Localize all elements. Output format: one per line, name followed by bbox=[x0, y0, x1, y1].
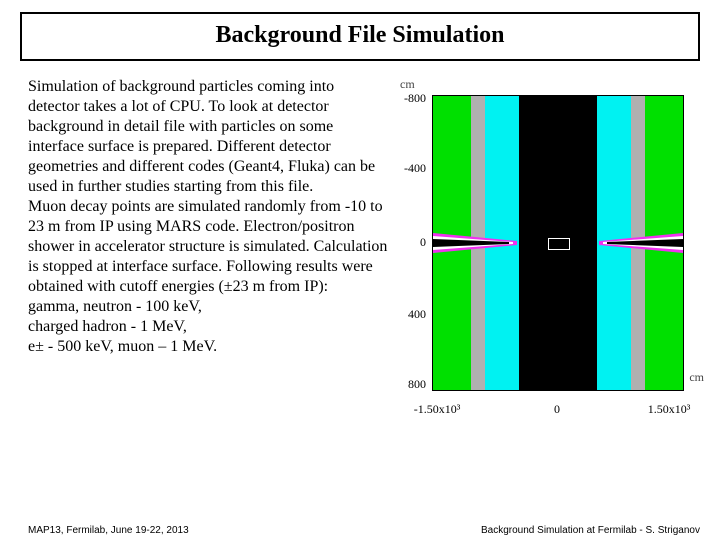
interaction-point bbox=[548, 238, 570, 250]
y-tick: -800 bbox=[392, 91, 426, 106]
content-row: Simulation of background particles comin… bbox=[0, 71, 720, 417]
title-box: Background File Simulation bbox=[20, 12, 700, 61]
figure-column: cm -800 -400 0 400 800 bbox=[388, 71, 708, 417]
plot-area bbox=[432, 95, 684, 391]
y-tick: 400 bbox=[392, 307, 426, 322]
footer: MAP13, Fermilab, June 19-22, 2013 Backgr… bbox=[28, 525, 700, 536]
y-tick: 0 bbox=[392, 235, 426, 250]
y-axis-unit: cm bbox=[400, 77, 415, 92]
beamline-band bbox=[433, 233, 683, 253]
footer-left: MAP13, Fermilab, June 19-22, 2013 bbox=[28, 525, 189, 536]
x-tick: -1.50x10³ bbox=[402, 402, 472, 417]
y-tick: 800 bbox=[392, 377, 426, 392]
detector-plot: cm -800 -400 0 400 800 bbox=[398, 77, 698, 417]
footer-right: Background Simulation at Fermilab - S. S… bbox=[481, 525, 700, 536]
y-tick: -400 bbox=[392, 161, 426, 176]
beam-cone-right bbox=[599, 233, 683, 253]
x-tick: 1.50x10³ bbox=[634, 402, 704, 417]
paragraph: Simulation of background particles comin… bbox=[28, 77, 388, 357]
description-text: Simulation of background particles comin… bbox=[28, 71, 388, 417]
page-title: Background File Simulation bbox=[22, 22, 698, 49]
x-axis-unit: cm bbox=[689, 370, 704, 385]
x-tick: 0 bbox=[522, 402, 592, 417]
beam-cone-left bbox=[433, 233, 517, 253]
